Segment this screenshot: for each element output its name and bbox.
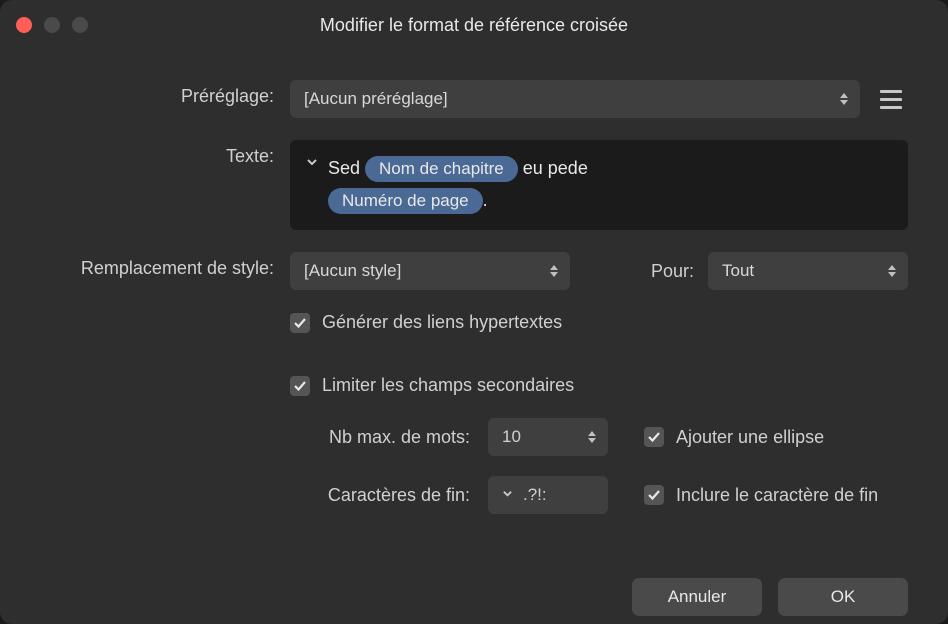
maximize-window-button[interactable] xyxy=(72,17,88,33)
end-chars-value: .?!: xyxy=(523,485,547,505)
text-editor[interactable]: Sed Nom de chapitre eu pede Numéro de pa… xyxy=(290,140,908,230)
style-override-label: Remplacement de style: xyxy=(40,252,290,279)
add-ellipsis-checkbox[interactable] xyxy=(644,427,664,447)
dialog-title: Modifier le format de référence croisée xyxy=(0,15,948,36)
end-chars-row: Caractères de fin: .?!: Inclure le carac… xyxy=(290,476,908,514)
style-override-row: Remplacement de style: [Aucun style] Pou… xyxy=(40,252,908,290)
updown-icon xyxy=(884,252,900,290)
include-end-char-row: Inclure le caractère de fin xyxy=(644,485,878,506)
preset-select[interactable]: [Aucun préréglage] xyxy=(290,80,860,118)
limit-fields-checkbox-row: Limiter les champs secondaires xyxy=(290,375,908,396)
stepper-icon xyxy=(584,418,600,456)
minimize-window-button[interactable] xyxy=(44,17,60,33)
updown-icon xyxy=(836,80,852,118)
add-ellipsis-row: Ajouter une ellipse xyxy=(644,427,824,448)
dialog-content: Préréglage: [Aucun préréglage] Texte: xyxy=(0,50,948,556)
limit-fields-checkbox[interactable] xyxy=(290,376,310,396)
style-value: [Aucun style] xyxy=(304,261,401,281)
text-insert-dropdown[interactable] xyxy=(306,156,318,171)
max-words-value: 10 xyxy=(502,427,521,447)
ok-button[interactable]: OK xyxy=(778,578,908,616)
hyperlinks-checkbox-row: Générer des liens hypertextes xyxy=(290,312,908,333)
text-label: Texte: xyxy=(40,140,290,167)
text-part: . xyxy=(483,190,488,210)
preset-value: [Aucun préréglage] xyxy=(304,89,448,109)
for-select[interactable]: Tout xyxy=(708,252,908,290)
max-words-input[interactable]: 10 xyxy=(488,418,608,456)
end-chars-input[interactable]: .?!: xyxy=(488,476,608,514)
end-chars-label: Caractères de fin: xyxy=(290,485,470,506)
dialog-buttons: Annuler OK xyxy=(0,568,948,624)
preset-menu-button[interactable] xyxy=(874,84,908,115)
close-window-button[interactable] xyxy=(16,17,32,33)
text-part: Sed xyxy=(328,158,365,178)
page-number-tag[interactable]: Numéro de page xyxy=(328,188,483,214)
chapter-name-tag[interactable]: Nom de chapitre xyxy=(365,156,518,182)
hyperlinks-checkbox[interactable] xyxy=(290,313,310,333)
text-row: Texte: Sed Nom de chapitre eu pede Numér… xyxy=(40,140,908,230)
titlebar: Modifier le format de référence croisée xyxy=(0,0,948,50)
include-end-char-checkbox[interactable] xyxy=(644,485,664,505)
window-controls xyxy=(16,17,88,33)
include-end-char-label: Inclure le caractère de fin xyxy=(676,485,878,506)
for-value: Tout xyxy=(722,261,754,281)
limit-fields-checkbox-label: Limiter les champs secondaires xyxy=(322,375,574,396)
preset-row: Préréglage: [Aucun préréglage] xyxy=(40,80,908,118)
max-words-label: Nb max. de mots: xyxy=(290,427,470,448)
for-label: Pour: xyxy=(651,261,694,282)
text-part: eu pede xyxy=(518,158,588,178)
style-select[interactable]: [Aucun style] xyxy=(290,252,570,290)
updown-icon xyxy=(546,252,562,290)
add-ellipsis-label: Ajouter une ellipse xyxy=(676,427,824,448)
hyperlinks-checkbox-label: Générer des liens hypertextes xyxy=(322,312,562,333)
end-chars-dropdown[interactable] xyxy=(502,488,513,502)
dialog-window: Modifier le format de référence croisée … xyxy=(0,0,948,624)
text-content: Sed Nom de chapitre eu pede Numéro de pa… xyxy=(328,152,892,216)
preset-label: Préréglage: xyxy=(40,80,290,107)
cancel-button[interactable]: Annuler xyxy=(632,578,762,616)
max-words-row: Nb max. de mots: 10 Ajouter une ellipse xyxy=(290,418,908,456)
